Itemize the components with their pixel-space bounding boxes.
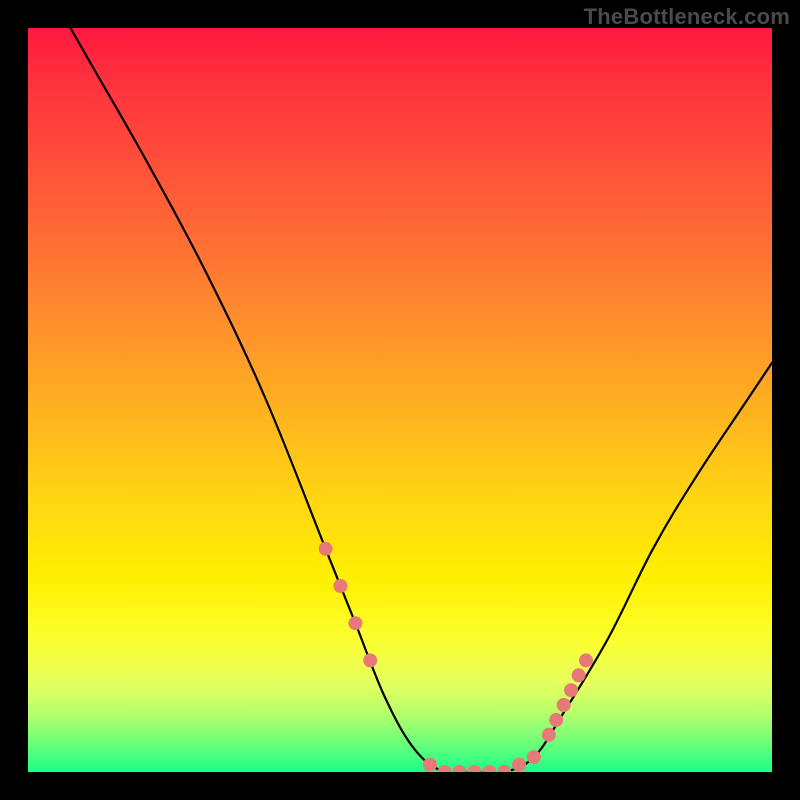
marker-dot: [438, 765, 452, 772]
marker-dot: [348, 616, 362, 630]
marker-dot: [453, 765, 467, 772]
marker-dot: [572, 668, 586, 682]
curve-path: [28, 28, 772, 772]
marker-dot: [467, 765, 481, 772]
marker-dot: [497, 765, 511, 772]
marker-dot: [564, 683, 578, 697]
marker-dot: [334, 579, 348, 593]
marker-dot: [527, 750, 541, 764]
curve-layer: [28, 28, 772, 772]
plot-area: [28, 28, 772, 772]
highlighted-points: [319, 542, 593, 772]
marker-dot: [319, 542, 333, 556]
marker-dot: [549, 713, 563, 727]
bottleneck-curve: [28, 28, 772, 772]
marker-dot: [542, 728, 556, 742]
marker-dot: [482, 765, 496, 772]
chart-stage: TheBottleneck.com: [0, 0, 800, 800]
marker-dot: [423, 758, 437, 772]
marker-dot: [512, 758, 526, 772]
watermark-text: TheBottleneck.com: [584, 4, 790, 30]
marker-dot: [557, 698, 571, 712]
marker-dot: [363, 653, 377, 667]
marker-dot: [579, 653, 593, 667]
